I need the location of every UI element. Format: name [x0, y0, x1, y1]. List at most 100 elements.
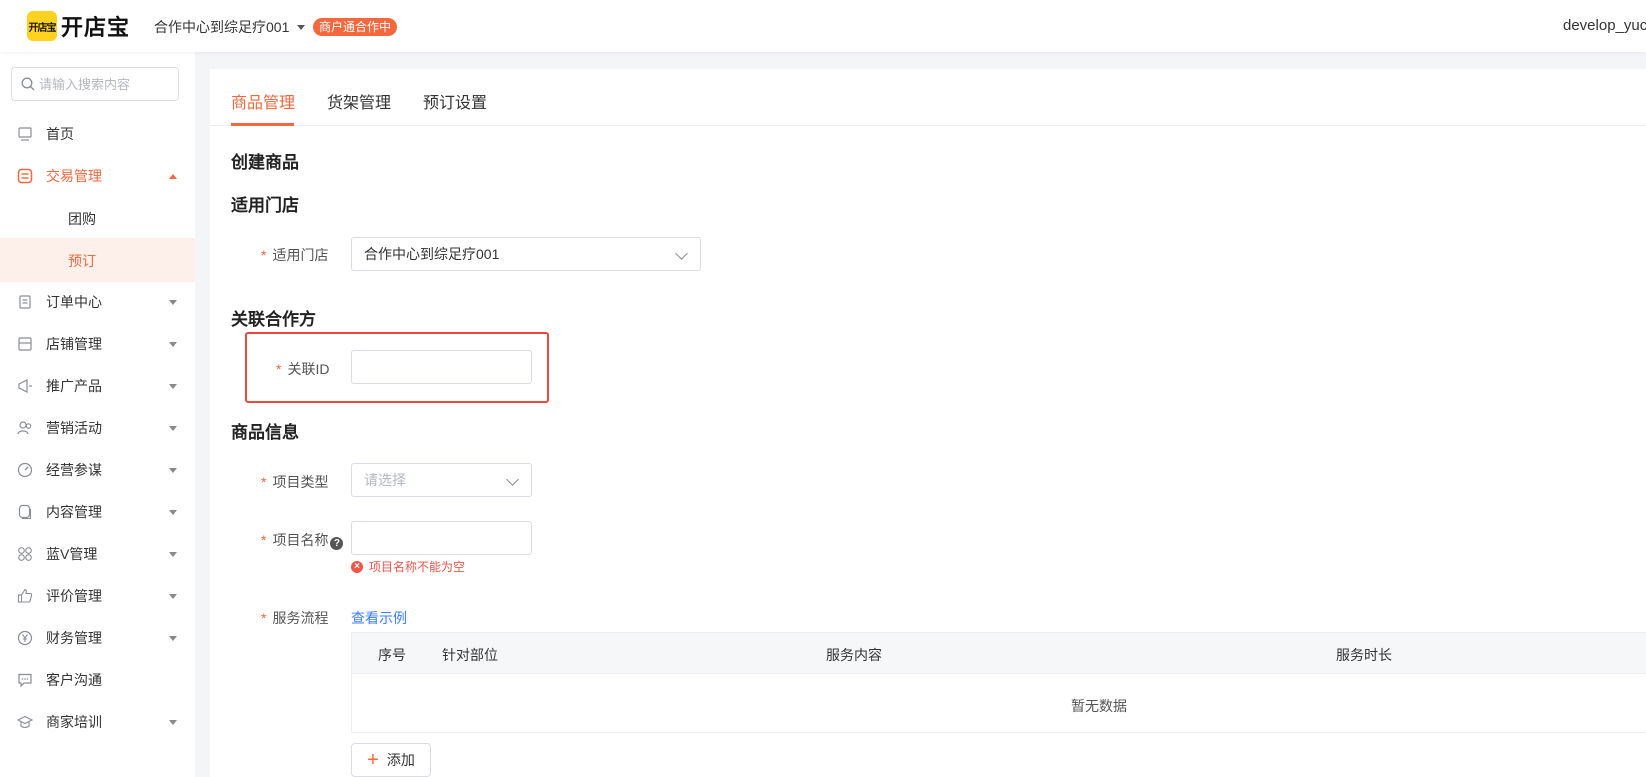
table-header: 序号 针对部位 服务内容 服务时长 [352, 633, 1646, 674]
sidebar-item-label: 首页 [46, 126, 74, 142]
sidebar-item-analytics[interactable]: 经营参谋 [0, 448, 195, 492]
sidebar-search[interactable] [11, 67, 179, 101]
caret-down-icon [169, 425, 177, 431]
sidebar-item-home[interactable]: 首页 [0, 112, 195, 156]
sidebar-item-bluev[interactable]: 蓝V管理 [0, 532, 195, 576]
store-label-text: 适用门店 [272, 247, 329, 263]
sidebar-item-store[interactable]: 店铺管理 [0, 322, 195, 366]
sidebar-item-finance[interactable]: 财务管理 [0, 616, 195, 660]
column-header-body-part: 针对部位 [442, 647, 498, 663]
sidebar: 首页 交易管理 团购 预订 订单中心 店铺管理 推广产品 营销活动 经营参谋 [0, 52, 195, 777]
caret-down-icon [169, 299, 177, 305]
sidebar-subitem-label: 团购 [68, 211, 96, 227]
store-select[interactable]: 合作中心到综足疗001 [351, 237, 701, 271]
partner-id-label-text: 关联ID [287, 361, 330, 377]
users-icon [17, 420, 33, 436]
grid-icon [17, 546, 33, 562]
sidebar-item-label: 商家培训 [46, 714, 102, 730]
chat-icon [17, 672, 33, 688]
project-type-field-label: * 项目类型 [261, 472, 328, 492]
tab-booking-settings[interactable]: 预订设置 [423, 89, 487, 113]
table-empty-text: 暂无数据 [1071, 698, 1127, 714]
sidebar-item-content[interactable]: 内容管理 [0, 490, 195, 534]
caret-up-icon [169, 173, 177, 179]
sidebar-item-label: 交易管理 [46, 168, 102, 184]
store-icon [17, 336, 33, 352]
caret-down-icon [169, 467, 177, 473]
column-header-duration: 服务时长 [1336, 647, 1392, 663]
required-mark: * [261, 247, 267, 263]
project-name-input[interactable] [351, 521, 532, 555]
gauge-icon [17, 462, 33, 478]
column-header-index: 序号 [378, 647, 406, 663]
search-input[interactable] [39, 76, 169, 92]
project-type-label-text: 项目类型 [272, 474, 329, 490]
sidebar-item-trade[interactable]: 交易管理 [0, 154, 195, 198]
sidebar-item-marketing[interactable]: 营销活动 [0, 406, 195, 450]
clipboard-icon [17, 294, 33, 310]
caret-down-icon [297, 24, 306, 30]
project-type-placeholder: 请选择 [364, 472, 406, 488]
logo[interactable]: 开店宝 开店宝 [27, 11, 130, 41]
caret-down-icon [169, 593, 177, 599]
thumbs-up-icon [17, 588, 33, 604]
add-service-step-button[interactable]: + 添加 [351, 743, 431, 777]
error-text: 项目名称不能为空 [369, 560, 466, 574]
sidebar-subitem-booking[interactable]: 预订 [0, 238, 195, 282]
trade-icon [17, 168, 33, 184]
service-flow-label-text: 服务流程 [272, 610, 329, 626]
caret-down-icon [169, 551, 177, 557]
sidebar-item-orders[interactable]: 订单中心 [0, 280, 195, 324]
caret-down-icon [169, 509, 177, 515]
required-mark: * [276, 361, 282, 377]
sidebar-item-label: 蓝V管理 [46, 546, 98, 562]
status-badge: 商户通合作中 [313, 18, 398, 36]
sidebar-item-promotion[interactable]: 推广产品 [0, 364, 195, 408]
page-title: 创建商品 [231, 153, 299, 172]
service-flow-field-label: * 服务流程 [261, 608, 328, 628]
caret-down-icon [169, 719, 177, 725]
service-flow-table: 序号 针对部位 服务内容 服务时长 暂无数据 [351, 632, 1646, 733]
top-bar: 开店宝 开店宝 合作中心到综足疗001 商户通合作中 develop_yuc [0, 0, 1646, 52]
tab-bar: 商品管理 货架管理 预订设置 [210, 69, 1646, 126]
help-icon[interactable]: ? [330, 537, 344, 550]
chevron-down-icon [506, 473, 519, 486]
error-icon: × [351, 560, 363, 573]
required-mark: * [261, 474, 267, 490]
sidebar-item-label: 经营参谋 [46, 462, 102, 478]
yuan-coin-icon [17, 630, 33, 646]
sidebar-item-label: 推广产品 [46, 378, 102, 394]
project-name-error: × 项目名称不能为空 [351, 558, 465, 575]
project-type-select[interactable]: 请选择 [351, 463, 532, 497]
sidebar-item-label: 营销活动 [46, 420, 102, 436]
project-name-label-text: 项目名称 [272, 532, 329, 548]
project-name-field-label: * 项目名称? [261, 530, 344, 550]
sidebar-item-label: 订单中心 [46, 294, 102, 310]
logo-badge: 开店宝 [27, 11, 57, 41]
content-icon [17, 504, 33, 520]
plus-icon: + [367, 749, 379, 771]
tab-shelf-management[interactable]: 货架管理 [327, 89, 391, 113]
sidebar-item-training[interactable]: 商家培训 [0, 700, 195, 744]
caret-down-icon [169, 383, 177, 389]
required-mark: * [261, 610, 267, 626]
sidebar-item-reviews[interactable]: 评价管理 [0, 574, 195, 618]
search-icon [21, 77, 35, 91]
chevron-down-icon [675, 247, 688, 260]
sidebar-item-label: 内容管理 [46, 504, 102, 520]
section-title-product: 商品信息 [231, 423, 299, 442]
user-name[interactable]: develop_yuc [1563, 17, 1646, 34]
column-header-service-content: 服务内容 [826, 647, 882, 663]
store-name: 合作中心到综足疗001 [154, 19, 290, 35]
tab-product-management[interactable]: 商品管理 [231, 89, 295, 113]
partner-id-field-label: * 关联ID [276, 359, 329, 379]
store-switcher[interactable]: 合作中心到综足疗001 [154, 17, 306, 37]
sidebar-subitem-groupbuy[interactable]: 团购 [0, 196, 195, 240]
active-tab-indicator [231, 123, 294, 126]
sidebar-item-customer-chat[interactable]: 客户沟通 [0, 658, 195, 702]
caret-down-icon [169, 341, 177, 347]
partner-id-input[interactable] [351, 350, 532, 384]
store-select-value: 合作中心到综足疗001 [364, 246, 500, 262]
view-example-link[interactable]: 查看示例 [351, 608, 407, 628]
section-title-partner: 关联合作方 [231, 310, 316, 329]
